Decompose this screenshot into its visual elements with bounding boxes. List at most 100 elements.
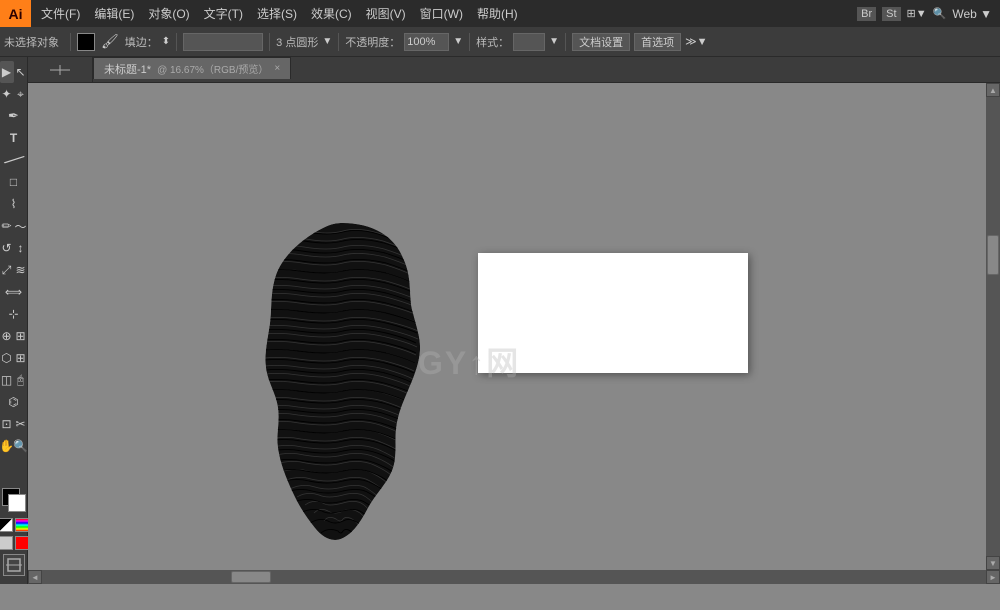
bridge-icon[interactable]: Br [857, 7, 876, 21]
canvas-scroll-area: GY↑网 [28, 83, 1000, 570]
vertical-scrollbar[interactable]: ▲ ▼ [986, 83, 1000, 570]
menu-effect[interactable]: 效果(C) [305, 3, 358, 24]
color-area [0, 486, 29, 580]
fill-color-swatch[interactable] [77, 33, 95, 51]
stroke-label: 填边： [125, 34, 158, 50]
blend-tool[interactable]: ⌬ [3, 391, 25, 413]
separator-6 [565, 33, 566, 51]
stroke-width-input[interactable] [183, 33, 263, 51]
left-toolbar: ▶ ↖ ✦ ⌖ ✒ T ╱ □ ⌇ ✏ 〜 ↺ ↕ ⤢ ≋ ⟺ ⊹ ⊕ ⊞ ⬡ [0, 57, 28, 584]
perspective-tool[interactable]: ⬡ [0, 347, 14, 369]
opacity-label: 不透明度： [345, 34, 400, 50]
brush-size-label: 3 点圆形 [276, 34, 318, 50]
doc-settings-button[interactable]: 文档设置 [572, 33, 630, 51]
rectangle-tool[interactable]: □ [3, 171, 25, 193]
direct-selection-tool[interactable]: ↖ [14, 61, 28, 83]
pen-tool[interactable]: ✒ [3, 105, 25, 127]
scroll-down-button[interactable]: ▼ [986, 556, 1000, 570]
menu-help[interactable]: 帮助(H) [471, 3, 524, 24]
pencil-tools: ✏ 〜 [0, 215, 28, 237]
color-icon[interactable] [15, 536, 29, 550]
menu-bar: 文件(F) 编辑(E) 对象(O) 文字(T) 选择(S) 效果(C) 视图(V… [31, 3, 857, 24]
scroll-track[interactable] [986, 97, 1000, 556]
stroke-up-down[interactable]: ⬍ [162, 36, 170, 47]
brush-size-dropdown[interactable]: ▼ [322, 36, 332, 47]
extra-btn[interactable]: ≫▼ [685, 35, 707, 48]
document-page [478, 253, 748, 373]
menu-object[interactable]: 对象(O) [142, 3, 195, 24]
pencil-tool[interactable]: ✏ [0, 215, 14, 237]
style-swatch[interactable] [513, 33, 545, 51]
separator-4 [338, 33, 339, 51]
background-color[interactable] [8, 494, 26, 512]
opacity-input[interactable] [404, 33, 449, 51]
web-label[interactable]: Web ▼ [952, 7, 992, 21]
magic-wand-tool[interactable]: ✦ [0, 83, 14, 105]
smooth-tool[interactable]: 〜 [14, 215, 28, 237]
ai-logo: Ai [0, 0, 31, 27]
preferences-button[interactable]: 首选项 [634, 33, 681, 51]
artboard-tools: ⊡ ✂ [0, 413, 28, 435]
eyedropper-tool[interactable]: 🖰 [14, 369, 28, 391]
scroll-right-button[interactable]: ► [986, 570, 1000, 584]
nav-tools: ✋ 🔍 [0, 435, 28, 457]
free-transform-tool[interactable]: ⊹ [3, 303, 25, 325]
shape-builder-tool[interactable]: ⊕ [0, 325, 14, 347]
lasso-tool[interactable]: ⌖ [14, 83, 28, 105]
swap-colors-icon[interactable] [15, 518, 29, 532]
separator-3 [269, 33, 270, 51]
width-tool[interactable]: ⟺ [3, 281, 25, 303]
menu-view[interactable]: 视图(V) [360, 3, 412, 24]
separator-1 [70, 33, 71, 51]
hand-tool[interactable]: ✋ [0, 435, 14, 457]
menu-select[interactable]: 选择(S) [251, 3, 303, 24]
menu-text[interactable]: 文字(T) [198, 3, 249, 24]
menu-file[interactable]: 文件(F) [35, 3, 86, 24]
document-tab[interactable]: 未标题-1* @ 16.67%（RGB/预览） × [93, 57, 291, 79]
tab-row: 未标题-1* @ 16.67%（RGB/预览） × [28, 57, 1000, 83]
opacity-dropdown[interactable]: ▼ [453, 36, 463, 47]
separator-2 [176, 33, 177, 51]
brush-icon: 🖌 [101, 33, 119, 50]
reflect-tool[interactable]: ↕ [14, 237, 28, 259]
separator-5 [469, 33, 470, 51]
canvas-wrapper: 未标题-1* @ 16.67%（RGB/预览） × GY↑网 [28, 57, 1000, 584]
h-scroll-track[interactable] [42, 570, 986, 584]
main-area: ▶ ↖ ✦ ⌖ ✒ T ╱ □ ⌇ ✏ 〜 ↺ ↕ ⤢ ≋ ⟺ ⊹ ⊕ ⊞ ⬡ [0, 57, 1000, 584]
brush-tool[interactable]: ⌇ [3, 193, 25, 215]
warp-tool[interactable]: ≋ [14, 259, 28, 281]
zoom-tool[interactable]: 🔍 [14, 435, 28, 457]
scale-tool[interactable]: ⤢ [0, 259, 14, 281]
slice-tool[interactable]: ✂ [14, 413, 28, 435]
gradient-tools: ◫ 🖰 [0, 369, 28, 391]
search-icon[interactable]: 🔍 [933, 7, 947, 20]
no-selection-label: 未选择对象 [4, 34, 64, 50]
tab-info: @ 16.67%（RGB/预览） [157, 61, 268, 76]
top-toolbar: 未选择对象 🖌 填边： ⬍ 3 点圆形 ▼ 不透明度： ▼ 样式： ▼ 文档设置… [0, 27, 1000, 57]
rotate-tools: ↺ ↕ [0, 237, 28, 259]
reset-colors-icon[interactable] [0, 518, 13, 532]
selection-tool[interactable]: ▶ [0, 61, 14, 83]
canvas-area[interactable]: GY↑网 [28, 83, 986, 570]
magic-lasso-tools: ✦ ⌖ [0, 83, 28, 105]
stock-icon[interactable]: St [882, 7, 900, 21]
menu-edit[interactable]: 编辑(E) [88, 3, 140, 24]
gradient-tool[interactable]: ◫ [0, 369, 14, 391]
rotate-tool[interactable]: ↺ [0, 237, 14, 259]
mesh-tool[interactable]: ⊞ [14, 347, 28, 369]
workspace-icon[interactable]: ⊞▼ [907, 7, 927, 20]
h-scroll-thumb[interactable] [231, 571, 271, 583]
live-paint-tool[interactable]: ⊞ [14, 325, 28, 347]
style-label: 样式： [476, 34, 509, 50]
drawing-modes[interactable] [3, 554, 25, 576]
none-icon[interactable] [0, 536, 13, 550]
style-dropdown[interactable]: ▼ [549, 36, 559, 47]
tab-close-button[interactable]: × [274, 63, 280, 74]
menu-window[interactable]: 窗口(W) [414, 3, 469, 24]
color-swatch-container[interactable] [0, 486, 28, 514]
artboard-tool[interactable]: ⊡ [0, 413, 14, 435]
scroll-up-button[interactable]: ▲ [986, 83, 1000, 97]
horizontal-scrollbar[interactable]: ◄ ► [28, 570, 1000, 584]
scroll-left-button[interactable]: ◄ [28, 570, 42, 584]
scroll-thumb[interactable] [987, 235, 999, 275]
